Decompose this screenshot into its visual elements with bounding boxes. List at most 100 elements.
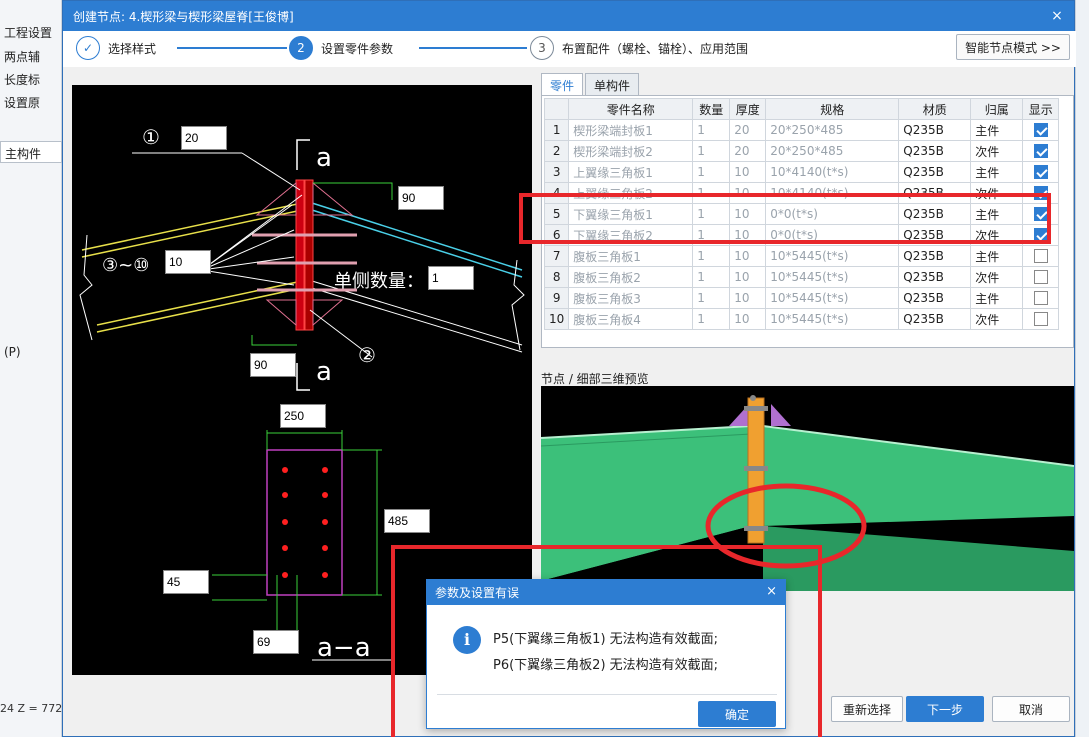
stiffener-thickness-input[interactable] — [165, 250, 211, 274]
reselect-button[interactable]: 重新选择 — [831, 696, 903, 722]
part-material[interactable]: Q235B — [898, 266, 972, 288]
part-qty[interactable]: 1 — [692, 245, 731, 267]
part-material[interactable]: Q235B — [898, 119, 972, 141]
dim-90-bottom-input[interactable] — [250, 353, 296, 377]
section-mark-top: a — [316, 143, 332, 173]
next-button[interactable]: 下一步 — [906, 696, 984, 722]
part-owner[interactable]: 次件 — [970, 140, 1024, 162]
part-thickness[interactable]: 20 — [729, 119, 767, 141]
show-checkbox[interactable] — [1033, 144, 1048, 159]
part-owner[interactable]: 主件 — [970, 287, 1024, 309]
row-index[interactable]: 1 — [543, 119, 570, 141]
table-row[interactable]: 10 腹板三角板4 1 10 10*5445(t*s) Q235B 次件 — [543, 308, 1060, 330]
part-thickness[interactable]: 10 — [729, 308, 767, 330]
part-qty[interactable]: 1 — [692, 266, 731, 288]
menu-set-origin[interactable]: 设置原 — [4, 94, 40, 111]
step-3[interactable]: 3 布置配件（螺栓、锚栓）、应用范围 — [530, 36, 748, 60]
part-material[interactable]: Q235B — [898, 161, 972, 183]
part-thickness[interactable]: 10 — [729, 266, 767, 288]
plate1-thickness-input[interactable] — [181, 126, 227, 150]
part-qty[interactable]: 1 — [692, 308, 731, 330]
menu-length-dim[interactable]: 长度标 — [4, 71, 40, 88]
part-material[interactable]: Q235B — [898, 287, 972, 309]
part-spec[interactable]: 10*5445(t*s) — [765, 245, 900, 267]
close-icon[interactable]: × — [1048, 7, 1066, 25]
table-row[interactable]: 3 上翼缘三角板1 1 10 10*4140(t*s) Q235B 主件 — [543, 161, 1060, 183]
part-thickness[interactable]: 10 — [729, 287, 767, 309]
part-name[interactable]: 腹板三角板2 — [568, 266, 694, 288]
part-qty[interactable]: 1 — [692, 161, 731, 183]
cancel-button[interactable]: 取消 — [992, 696, 1070, 722]
part-show-cell — [1022, 161, 1060, 183]
part-name[interactable]: 楔形梁端封板2 — [568, 140, 694, 162]
error-dialog: 参数及设置有误 × i P5(下翼缘三角板1) 无法构造有效截面; P6(下翼缘… — [426, 579, 786, 729]
table-row[interactable]: 1 楔形梁端封板1 1 20 20*250*485 Q235B 主件 — [543, 119, 1060, 141]
table-row[interactable]: 8 腹板三角板2 1 10 10*5445(t*s) Q235B 次件 — [543, 266, 1060, 288]
part-owner[interactable]: 主件 — [970, 245, 1024, 267]
dim-69-input[interactable] — [253, 630, 299, 654]
label-range-3-10: ③~⑩ — [102, 255, 150, 276]
main-member-select[interactable]: 主构件 — [0, 141, 62, 163]
show-checkbox[interactable] — [1033, 312, 1048, 327]
dim-90-top-input[interactable] — [398, 186, 444, 210]
part-name[interactable]: 腹板三角板1 — [568, 245, 694, 267]
part-owner[interactable]: 次件 — [970, 266, 1024, 288]
part-spec[interactable]: 10*5445(t*s) — [765, 308, 900, 330]
part-spec[interactable]: 10*5445(t*s) — [765, 266, 900, 288]
col-show: 显示 — [1022, 98, 1060, 120]
step-1[interactable]: ✓ 选择样式 — [76, 36, 156, 60]
show-checkbox[interactable] — [1033, 123, 1048, 138]
section-mark-bottom: a — [316, 357, 332, 387]
part-material[interactable]: Q235B — [898, 245, 972, 267]
part-spec[interactable]: 10*5445(t*s) — [765, 287, 900, 309]
part-spec[interactable]: 10*4140(t*s) — [765, 161, 900, 183]
step-2[interactable]: 2 设置零件参数 — [289, 36, 393, 60]
show-checkbox[interactable] — [1033, 270, 1048, 285]
part-owner[interactable]: 主件 — [970, 119, 1024, 141]
row-index[interactable]: 10 — [543, 308, 570, 330]
single-side-count-input[interactable] — [428, 266, 474, 290]
part-thickness[interactable]: 20 — [729, 140, 767, 162]
part-owner[interactable]: 主件 — [970, 161, 1024, 183]
part-material[interactable]: Q235B — [898, 308, 972, 330]
height-485-input[interactable] — [384, 509, 430, 533]
section-title: a−a — [317, 633, 371, 663]
error-close-icon[interactable]: × — [766, 584, 777, 599]
part-qty[interactable]: 1 — [692, 140, 731, 162]
part-qty[interactable]: 1 — [692, 287, 731, 309]
table-row[interactable]: 7 腹板三角板1 1 10 10*5445(t*s) Q235B 主件 — [543, 245, 1060, 267]
part-spec[interactable]: 20*250*485 — [765, 140, 900, 162]
part-spec[interactable]: 20*250*485 — [765, 119, 900, 141]
show-checkbox[interactable] — [1033, 249, 1048, 264]
part-name[interactable]: 腹板三角板3 — [568, 287, 694, 309]
row-index[interactable]: 9 — [543, 287, 570, 309]
label-circle-1: ① — [142, 125, 160, 149]
table-row[interactable]: 9 腹板三角板3 1 10 10*5445(t*s) Q235B 主件 — [543, 287, 1060, 309]
part-name[interactable]: 腹板三角板4 — [568, 308, 694, 330]
part-owner[interactable]: 次件 — [970, 308, 1024, 330]
part-thickness[interactable]: 10 — [729, 245, 767, 267]
part-thickness[interactable]: 10 — [729, 161, 767, 183]
menu-two-point[interactable]: 两点辅 — [4, 48, 40, 65]
smart-node-mode-button[interactable]: 智能节点模式 >> — [956, 34, 1070, 60]
row-index[interactable]: 7 — [543, 245, 570, 267]
dialog-title: 创建节点: 4.楔形梁与楔形梁屋脊[王俊博] — [73, 9, 294, 24]
part-name[interactable]: 上翼缘三角板1 — [568, 161, 694, 183]
part-qty[interactable]: 1 — [692, 119, 731, 141]
show-checkbox[interactable] — [1033, 165, 1048, 180]
tab-parts[interactable]: 零件 — [541, 73, 584, 95]
row-index[interactable]: 2 — [543, 140, 570, 162]
width-250-input[interactable] — [280, 404, 326, 428]
row-index[interactable]: 8 — [543, 266, 570, 288]
menu-project-settings[interactable]: 工程设置 — [4, 24, 52, 41]
step-1-label: 选择样式 — [108, 41, 157, 56]
table-row[interactable]: 2 楔形梁端封板2 1 20 20*250*485 Q235B 次件 — [543, 140, 1060, 162]
show-checkbox[interactable] — [1033, 291, 1048, 306]
part-name[interactable]: 楔形梁端封板1 — [568, 119, 694, 141]
row-index[interactable]: 3 — [543, 161, 570, 183]
dim-45-input[interactable] — [163, 570, 209, 594]
part-material[interactable]: Q235B — [898, 140, 972, 162]
step-3-label: 布置配件（螺栓、锚栓）、应用范围 — [562, 41, 749, 56]
ok-button[interactable]: 确定 — [698, 701, 776, 727]
tab-single-member[interactable]: 单构件 — [585, 73, 640, 95]
